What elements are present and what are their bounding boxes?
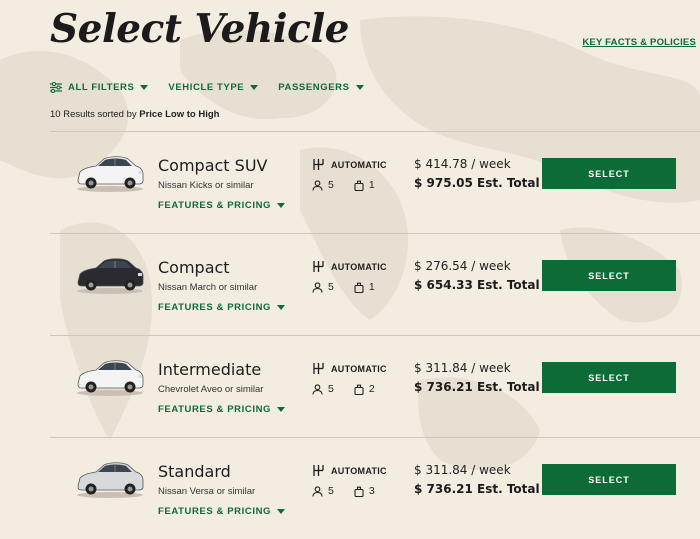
results-count: 10 Results sorted by <box>50 109 140 120</box>
bag-count: 1 <box>368 179 375 191</box>
car-image <box>74 252 146 296</box>
vehicle-type-label: VEHICLE TYPE <box>168 82 245 93</box>
vehicle-model: Nissan Versa or similar <box>158 486 256 497</box>
vehicle-model: Chevrolet Aveo or similar <box>158 384 264 395</box>
passengers-dropdown[interactable]: PASSENGERS <box>278 82 364 93</box>
features-pricing-toggle[interactable]: FEATURES & PRICING <box>158 200 286 211</box>
gear-shift-icon <box>313 159 324 170</box>
chevron-down-icon <box>277 509 286 514</box>
vehicle-row: Intermediate Chevrolet Aveo or similar F… <box>50 335 700 437</box>
suitcase-icon <box>354 282 364 293</box>
bag-count: 1 <box>368 281 375 293</box>
person-icon <box>312 179 323 191</box>
chevron-down-icon <box>277 407 286 412</box>
passengers-label: PASSENGERS <box>278 82 350 93</box>
capacity-info: 5 1 <box>312 179 375 191</box>
bag-count: 3 <box>368 485 375 497</box>
features-pricing-toggle[interactable]: FEATURES & PRICING <box>158 404 286 415</box>
passenger-count: 5 <box>328 179 334 191</box>
bag-count: 2 <box>368 383 375 395</box>
features-pricing-toggle[interactable]: FEATURES & PRICING <box>158 302 286 313</box>
capacity-info: 5 2 <box>312 383 375 395</box>
chevron-down-icon <box>355 85 364 90</box>
weekly-price: $ 414.78 / week <box>414 157 511 171</box>
transmission-label: AUTOMATIC <box>331 363 387 374</box>
weekly-price: $ 311.84 / week <box>414 361 511 375</box>
results-summary: 10 Results sorted by Price Low to High <box>50 109 219 120</box>
features-pricing-label: FEATURES & PRICING <box>158 404 272 415</box>
features-pricing-toggle[interactable]: FEATURES & PRICING <box>158 506 286 517</box>
gear-shift-icon <box>313 363 324 374</box>
transmission-info: AUTOMATIC <box>312 158 387 171</box>
transmission-label: AUTOMATIC <box>331 465 387 476</box>
vehicle-model: Nissan Kicks or similar <box>158 180 254 191</box>
car-image <box>74 354 146 398</box>
gear-shift-icon <box>313 261 324 272</box>
select-button[interactable]: SELECT <box>542 464 676 495</box>
estimated-total: $ 736.21 Est. Total <box>414 380 540 394</box>
car-image <box>74 456 146 500</box>
transmission-info: AUTOMATIC <box>312 260 387 273</box>
capacity-info: 5 1 <box>312 281 375 293</box>
car-image <box>74 150 146 194</box>
suitcase-icon <box>354 384 364 395</box>
transmission-info: AUTOMATIC <box>312 362 387 375</box>
estimated-total: $ 654.33 Est. Total <box>414 278 540 292</box>
person-icon <box>312 383 323 395</box>
sliders-icon <box>50 82 62 93</box>
vehicle-type-dropdown[interactable]: VEHICLE TYPE <box>168 82 259 93</box>
chevron-down-icon <box>277 203 286 208</box>
features-pricing-label: FEATURES & PRICING <box>158 200 272 211</box>
vehicle-category: Intermediate <box>158 360 262 379</box>
chevron-down-icon <box>250 85 259 90</box>
vehicle-model: Nissan March or similar <box>158 282 258 293</box>
weekly-price: $ 276.54 / week <box>414 259 511 273</box>
estimated-total: $ 736.21 Est. Total <box>414 482 540 496</box>
all-filters-label: ALL FILTERS <box>68 82 135 93</box>
page-title: Select Vehicle <box>50 6 349 52</box>
gear-shift-icon <box>313 465 324 476</box>
select-button[interactable]: SELECT <box>542 260 676 291</box>
vehicle-selection-page: Select Vehicle KEY FACTS & POLICIES ALL … <box>0 0 700 532</box>
features-pricing-label: FEATURES & PRICING <box>158 506 272 517</box>
chevron-down-icon <box>140 85 149 90</box>
transmission-label: AUTOMATIC <box>331 261 387 272</box>
person-icon <box>312 485 323 497</box>
select-button[interactable]: SELECT <box>542 158 676 189</box>
sort-order: Price Low to High <box>139 109 220 120</box>
transmission-info: AUTOMATIC <box>312 464 387 477</box>
select-button[interactable]: SELECT <box>542 362 676 393</box>
estimated-total: $ 975.05 Est. Total <box>414 176 540 190</box>
person-icon <box>312 281 323 293</box>
vehicle-row: Standard Nissan Versa or similar FEATURE… <box>50 437 700 539</box>
vehicle-row: Compact Nissan March or similar FEATURES… <box>50 233 700 335</box>
passenger-count: 5 <box>328 383 334 395</box>
all-filters-button[interactable]: ALL FILTERS <box>50 82 149 93</box>
vehicle-category: Compact SUV <box>158 156 268 175</box>
key-facts-policies-link[interactable]: KEY FACTS & POLICIES <box>582 37 696 48</box>
suitcase-icon <box>354 180 364 191</box>
features-pricing-label: FEATURES & PRICING <box>158 302 272 313</box>
suitcase-icon <box>354 486 364 497</box>
transmission-label: AUTOMATIC <box>331 159 387 170</box>
passenger-count: 5 <box>328 485 334 497</box>
chevron-down-icon <box>277 305 286 310</box>
filter-bar: ALL FILTERS VEHICLE TYPE PASSENGERS <box>50 82 364 93</box>
vehicle-category: Compact <box>158 258 230 277</box>
vehicle-category: Standard <box>158 462 231 481</box>
capacity-info: 5 3 <box>312 485 375 497</box>
passenger-count: 5 <box>328 281 334 293</box>
vehicle-row: Compact SUV Nissan Kicks or similar FEAT… <box>50 131 700 233</box>
weekly-price: $ 311.84 / week <box>414 463 511 477</box>
vehicle-list: Compact SUV Nissan Kicks or similar FEAT… <box>50 131 700 539</box>
